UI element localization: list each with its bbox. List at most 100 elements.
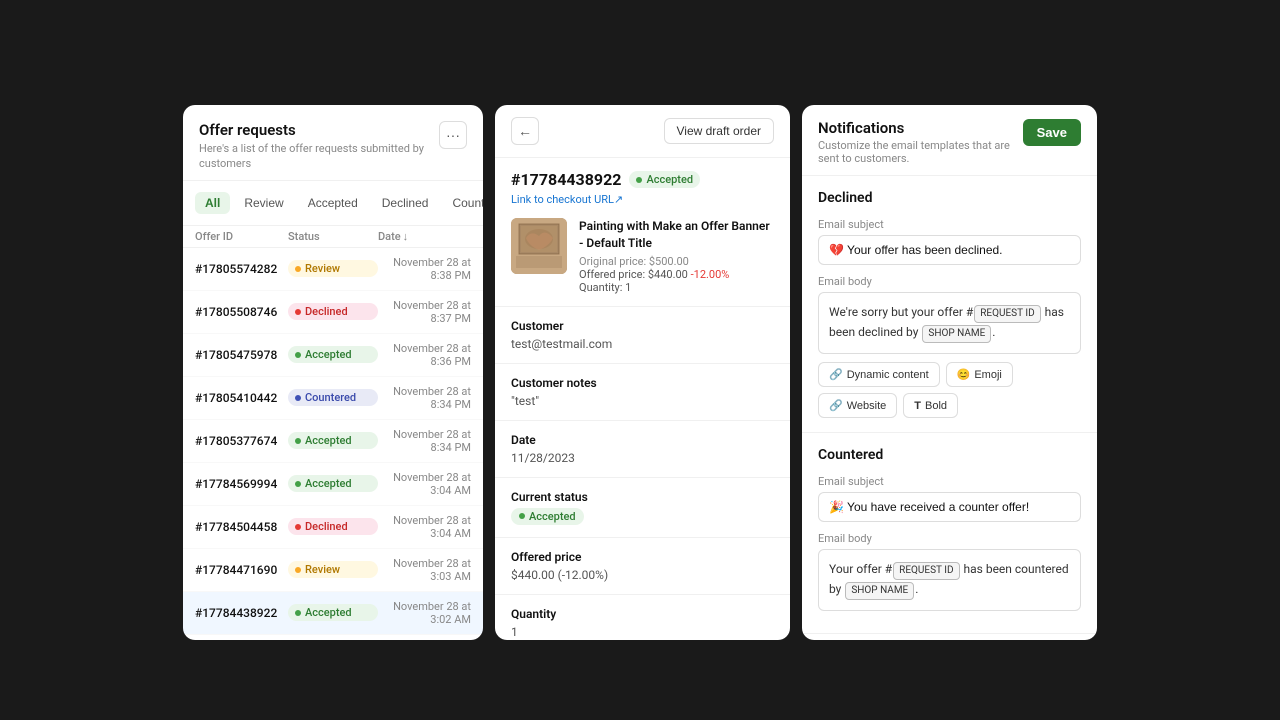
website-button[interactable]: 🔗 Website (818, 393, 897, 418)
quantity-value: 1 (511, 625, 774, 639)
table-body: #17805574282 Review November 28 at 8:38 … (183, 248, 483, 640)
declined-title: Declined (818, 190, 1081, 206)
table-row[interactable]: #17805377674 Accepted November 28 at 8:3… (183, 420, 483, 463)
status-text: Declined (305, 520, 348, 533)
date-cell: November 28 at 3:03 AM (378, 557, 471, 583)
countered-email-subject-input[interactable] (818, 492, 1081, 522)
detail-header: ← View draft order (495, 105, 790, 158)
date-cell: November 28 at 3:04 AM (378, 514, 471, 540)
table-row[interactable]: #17805475978 Accepted November 28 at 8:3… (183, 334, 483, 377)
accepted-dot-icon (295, 352, 301, 358)
table-row[interactable]: #17784438922 Accepted November 28 at 3:0… (183, 592, 483, 635)
accepted-dot-icon (636, 177, 642, 183)
bold-button[interactable]: T Bold (903, 393, 958, 418)
shop-name-tag-countered[interactable]: SHOP NAME (845, 582, 914, 600)
date-cell: November 28 at 3:04 AM (378, 471, 471, 497)
dynamic-content-icon: 🔗 (829, 368, 843, 381)
middle-panel: ← View draft order #17784438922 Accepted… (495, 105, 790, 640)
table-row[interactable]: #17784504458 Declined November 28 at 3:0… (183, 506, 483, 549)
current-status-value: Accepted (511, 508, 774, 525)
order-status-badge: Accepted (629, 171, 700, 188)
status-text: Accepted (305, 348, 352, 361)
review-dot-icon (295, 266, 301, 272)
declined-dot-icon (295, 309, 301, 315)
col-header-offer-id: Offer ID (195, 230, 288, 243)
accepted-dot-icon (295, 610, 301, 616)
date-cell: November 28 at 8:36 PM (378, 342, 471, 368)
offered-price-section: Offered price $440.00 (-12.00%) (495, 538, 790, 595)
declined-section: Declined Email subject Email body We're … (802, 176, 1097, 433)
more-options-button[interactable]: ··· (439, 121, 467, 149)
status-badge: Review (288, 260, 378, 277)
original-price: Original price: $500.00 (579, 255, 774, 268)
offered-price-value: $440.00 (-12.00%) (511, 568, 774, 582)
customer-value: test@testmail.com (511, 337, 774, 351)
view-draft-button[interactable]: View draft order (664, 118, 775, 144)
customer-notes-label: Customer notes (511, 376, 774, 390)
bold-label: Bold (925, 400, 947, 412)
offered-price-label: Offered price: $440.00 (579, 268, 688, 281)
countered-dot-icon (295, 395, 301, 401)
filter-tab-all[interactable]: All (195, 192, 230, 214)
table-row[interactable]: #17784471690 Review November 28 at 3:03 … (183, 549, 483, 592)
date-label: Date (511, 433, 774, 447)
status-text: Review (305, 563, 340, 576)
customer-section: Customer test@testmail.com (495, 307, 790, 364)
order-status-label: Accepted (646, 173, 693, 186)
request-id-tag-declined[interactable]: REQUEST ID (974, 305, 1040, 323)
left-panel-header: Offer requests Here's a list of the offe… (183, 105, 483, 181)
filter-tab-accepted[interactable]: Accepted (298, 192, 368, 214)
countered-email-subject-label: Email subject (818, 475, 1081, 488)
notifications-title-group: Notifications Customize the email templa… (818, 119, 1023, 165)
product-name: Painting with Make an Offer Banner - Def… (579, 218, 774, 252)
status-dot-icon (519, 513, 525, 519)
status-badge: Countered (288, 389, 378, 406)
status-text: Accepted (305, 477, 352, 490)
table-row[interactable]: #17784406154 Accepted November 28 at 3:0… (183, 635, 483, 640)
offer-id-cell: #17805410442 (195, 391, 288, 405)
declined-dot-icon (295, 524, 301, 530)
left-panel-title-group: Offer requests Here's a list of the offe… (199, 121, 439, 172)
quantity-section: Quantity 1 (495, 595, 790, 640)
emoji-label: Emoji (974, 369, 1002, 381)
date-cell: November 28 at 8:37 PM (378, 299, 471, 325)
accepted-dot-icon (295, 481, 301, 487)
status-text: Declined (305, 305, 348, 318)
table-row[interactable]: #17805508746 Declined November 28 at 8:3… (183, 291, 483, 334)
back-button[interactable]: ← (511, 117, 539, 145)
dynamic-content-label: Dynamic content (847, 369, 929, 381)
dynamic-content-button[interactable]: 🔗 Dynamic content (818, 362, 940, 387)
panel-subtitle: Here's a list of the offer requests subm… (199, 141, 439, 172)
declined-email-subject-input[interactable] (818, 235, 1081, 265)
offered-price-line: Offered price: $440.00 -12.00% (579, 268, 774, 281)
quantity-label: Quantity (511, 607, 774, 621)
request-id-tag-countered[interactable]: REQUEST ID (893, 562, 959, 580)
emoji-button[interactable]: 😊 Emoji (946, 362, 1013, 387)
offer-id-cell: #17784504458 (195, 520, 288, 534)
filter-tab-review[interactable]: Review (234, 192, 293, 214)
status-text: Accepted (305, 606, 352, 619)
table-row[interactable]: #17805574282 Review November 28 at 8:38 … (183, 248, 483, 291)
order-meta: #17784438922 Accepted Link to checkout U… (495, 158, 790, 206)
declined-action-buttons: 🔗 Dynamic content 😊 Emoji 🔗 Website T Bo… (818, 362, 1081, 418)
table-row[interactable]: #17784569994 Accepted November 28 at 3:0… (183, 463, 483, 506)
status-badge: Accepted (288, 346, 378, 363)
col-header-status: Status (288, 230, 378, 243)
product-thumbnail (511, 218, 567, 274)
date-section: Date 11/28/2023 (495, 421, 790, 478)
checkout-link[interactable]: Link to checkout URL↗ (511, 193, 774, 206)
filter-tab-counter[interactable]: Counter (442, 192, 483, 214)
accepted-dot-icon (295, 438, 301, 444)
save-button[interactable]: Save (1023, 119, 1081, 146)
customer-notes-section: Customer notes "test" (495, 364, 790, 421)
status-text: Countered (305, 391, 356, 404)
filter-row: All Review Accepted Declined Counter ⇅ (183, 181, 483, 226)
shop-name-tag-declined[interactable]: SHOP NAME (922, 325, 991, 343)
status-badge: Declined (288, 303, 378, 320)
filter-tab-declined[interactable]: Declined (372, 192, 439, 214)
product-image (511, 218, 567, 274)
notifications-subtitle: Customize the email templates that are s… (818, 139, 1023, 165)
sort-arrow-icon: ↓ (403, 230, 409, 243)
offer-id-cell: #17784438922 (195, 606, 288, 620)
table-row[interactable]: #17805410442 Countered November 28 at 8:… (183, 377, 483, 420)
